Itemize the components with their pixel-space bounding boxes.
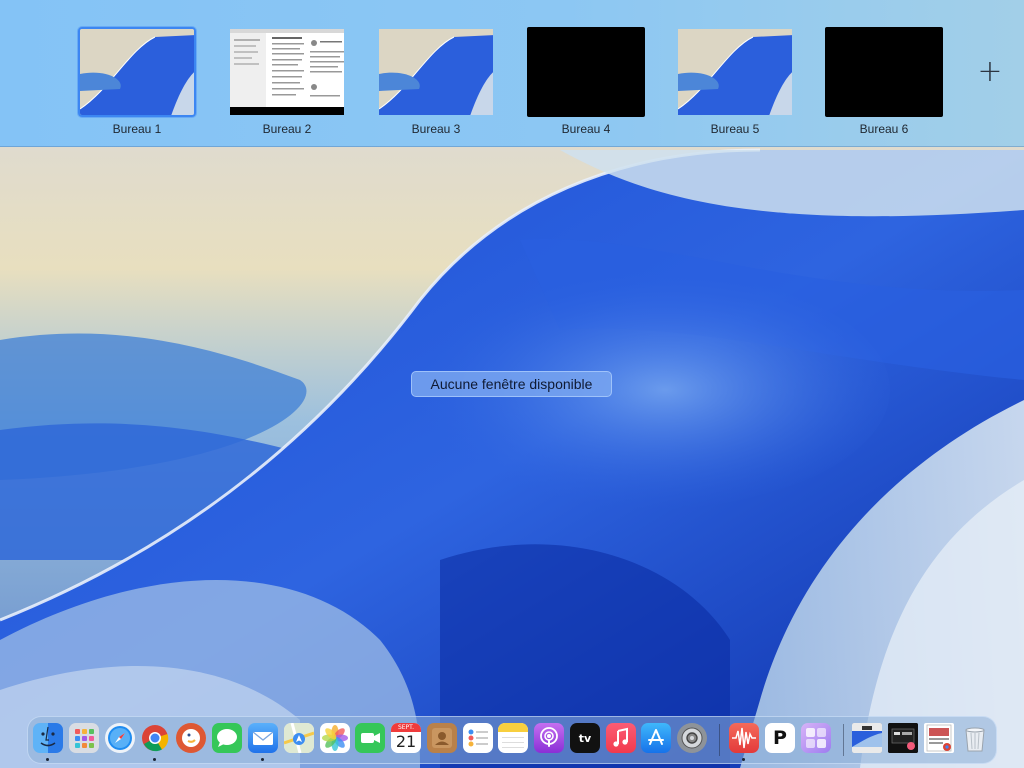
- chrome-icon[interactable]: [140, 723, 170, 753]
- photos-icon[interactable]: [320, 723, 350, 753]
- duckduckgo-icon[interactable]: [176, 723, 206, 753]
- space-bureau-5[interactable]: Bureau 5: [676, 27, 798, 136]
- space-thumbnail[interactable]: [527, 27, 645, 117]
- p-app-icon[interactable]: P: [765, 723, 795, 753]
- dock-separator: [843, 724, 844, 756]
- safari-icon[interactable]: [105, 723, 135, 753]
- dock-separator: [719, 724, 720, 756]
- calendar-day: 21: [395, 732, 417, 751]
- space-label: Bureau 6: [859, 122, 909, 136]
- space-thumbnail[interactable]: [78, 27, 196, 117]
- finder-icon[interactable]: [33, 723, 63, 753]
- space-bureau-6[interactable]: Bureau 6: [825, 27, 947, 136]
- space-bureau-3[interactable]: Bureau 3: [377, 27, 499, 136]
- p-app-letter: P: [773, 727, 787, 749]
- running-indicator: [153, 758, 156, 761]
- no-windows-message: Aucune fenêtre disponible: [411, 371, 612, 397]
- running-indicator: [261, 758, 264, 761]
- apple-tv-icon[interactable]: tv: [570, 723, 600, 753]
- facetime-icon[interactable]: [355, 723, 385, 753]
- space-thumbnail[interactable]: [228, 27, 346, 117]
- space-bureau-4[interactable]: Bureau 4: [527, 27, 649, 136]
- space-label: Bureau 1: [112, 122, 162, 136]
- calendar-month: SEPT.: [391, 723, 421, 732]
- reminders-icon[interactable]: [463, 723, 493, 753]
- contacts-icon[interactable]: [427, 723, 457, 753]
- running-indicator: [46, 758, 49, 761]
- app-store-icon[interactable]: [641, 723, 671, 753]
- messages-icon[interactable]: [212, 723, 242, 753]
- space-thumbnail[interactable]: [825, 27, 943, 117]
- podcasts-icon[interactable]: [534, 723, 564, 753]
- grid-app-icon[interactable]: [801, 723, 831, 753]
- apple-tv-label: tv: [578, 731, 592, 745]
- space-label: Bureau 2: [262, 122, 312, 136]
- space-bureau-2[interactable]: Bureau 2: [228, 27, 350, 136]
- plus-icon[interactable]: +: [976, 57, 1004, 87]
- launchpad-icon[interactable]: [69, 723, 99, 753]
- mission-control-spaces-bar: Bureau 1 Bureau 2 Bureau 3 Bureau 4 Bure…: [0, 0, 1024, 147]
- notes-icon[interactable]: [498, 723, 528, 753]
- space-thumbnail[interactable]: [676, 27, 794, 117]
- space-label: Bureau 5: [710, 122, 760, 136]
- recent-window-1-icon[interactable]: [852, 723, 882, 753]
- music-icon[interactable]: [606, 723, 636, 753]
- space-bureau-1[interactable]: Bureau 1: [78, 27, 200, 136]
- trash-icon[interactable]: [960, 723, 990, 753]
- recent-document-icon[interactable]: [924, 723, 954, 753]
- space-label: Bureau 4: [561, 122, 611, 136]
- maps-icon[interactable]: [284, 723, 314, 753]
- recent-window-2-icon[interactable]: [888, 723, 918, 753]
- mail-icon[interactable]: [248, 723, 278, 753]
- voice-app-icon[interactable]: [729, 723, 759, 753]
- space-label: Bureau 3: [411, 122, 461, 136]
- calendar-icon[interactable]: SEPT. 21: [391, 723, 421, 753]
- running-indicator: [742, 758, 745, 761]
- space-thumbnail[interactable]: [377, 27, 495, 117]
- system-settings-icon[interactable]: [677, 723, 707, 753]
